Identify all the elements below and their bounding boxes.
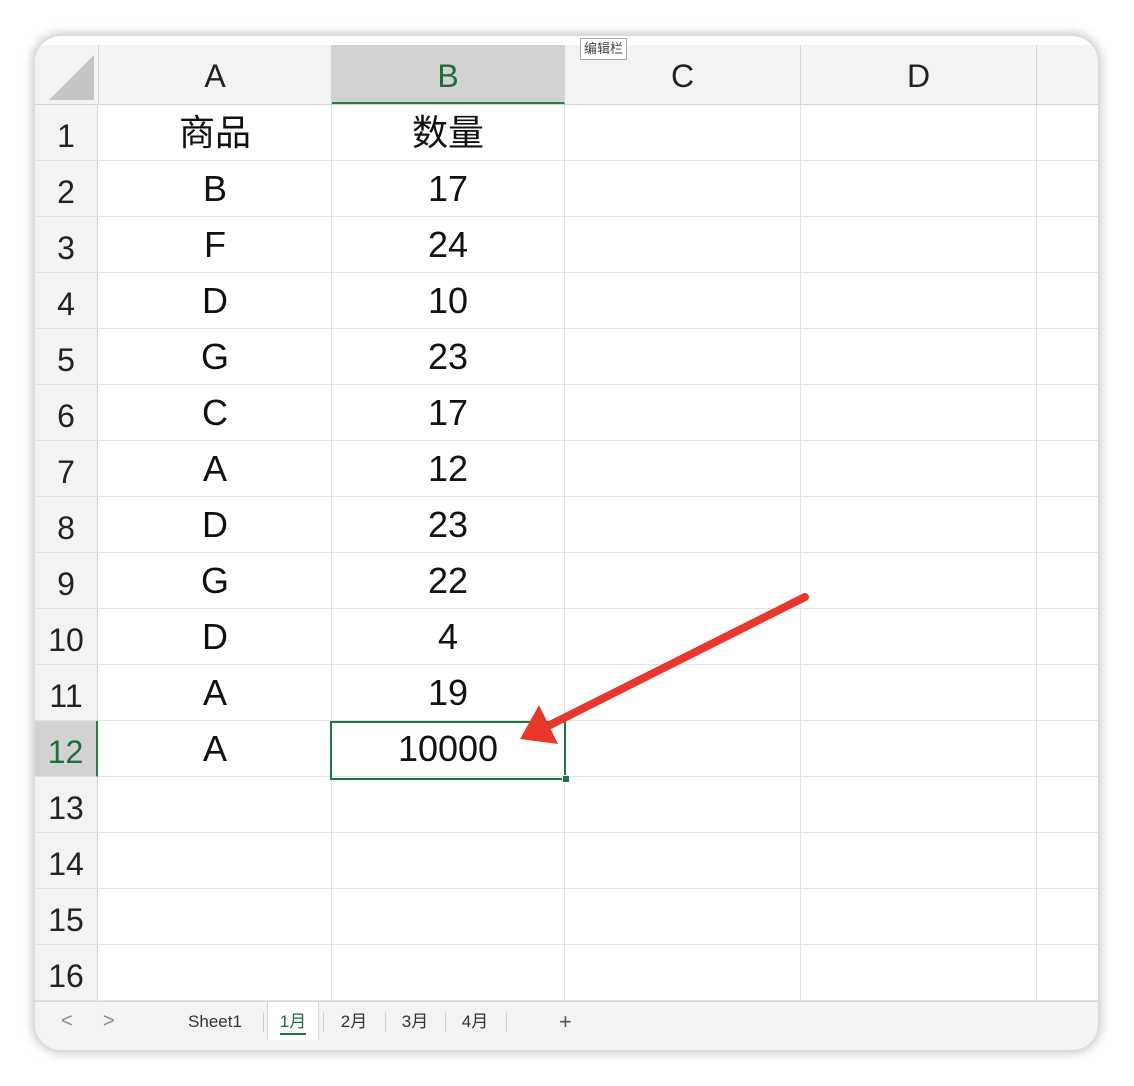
cell-b11[interactable]: 19 — [332, 665, 564, 721]
sheet-tab-jan[interactable]: 1月 — [267, 1002, 319, 1041]
formula-bar-tooltip: 编辑栏 — [580, 38, 628, 60]
column-divider — [800, 105, 801, 1001]
tab-separator — [506, 1012, 507, 1032]
column-header-a[interactable]: A — [99, 45, 332, 104]
cell-a12[interactable]: A — [99, 721, 331, 777]
row-header-12[interactable]: 12 — [35, 721, 98, 777]
row-header-6[interactable]: 6 — [35, 385, 98, 441]
sheet-tab-mar[interactable]: 3月 — [390, 1002, 440, 1041]
row-header-15[interactable]: 15 — [35, 889, 98, 945]
row-header-1[interactable]: 1 — [35, 105, 98, 161]
cell-b7[interactable]: 12 — [332, 441, 564, 497]
fill-handle[interactable] — [562, 775, 570, 783]
row-header-2[interactable]: 2 — [35, 161, 98, 217]
row-divider — [99, 888, 1098, 889]
row-header-8[interactable]: 8 — [35, 497, 98, 553]
cell-a7[interactable]: A — [99, 441, 331, 497]
sheet-tab-bar: < > Sheet1 1月 2月 3月 4月 + — [35, 1001, 1098, 1041]
sheet-tab-label: 1月 — [279, 1012, 307, 1031]
row-header-14[interactable]: 14 — [35, 833, 98, 889]
cell-b8[interactable]: 23 — [332, 497, 564, 553]
row-header-7[interactable]: 7 — [35, 441, 98, 497]
sheet-tab-apr[interactable]: 4月 — [450, 1002, 500, 1041]
cell-b5[interactable]: 23 — [332, 329, 564, 385]
tab-separator — [263, 1012, 264, 1032]
select-all-triangle-icon — [49, 55, 94, 100]
sheet-prev-button[interactable]: < — [61, 1002, 73, 1041]
column-header-bar: A B C D — [35, 45, 1098, 105]
row-header-9[interactable]: 9 — [35, 553, 98, 609]
select-all-button[interactable] — [35, 45, 99, 104]
cell-a6[interactable]: C — [99, 385, 331, 441]
column-header-d[interactable]: D — [801, 45, 1037, 104]
cell-a1[interactable]: 商品 — [99, 105, 331, 161]
cell-b3[interactable]: 24 — [332, 217, 564, 273]
cell-b1[interactable]: 数量 — [332, 105, 564, 161]
row-divider — [99, 944, 1098, 945]
cell-b2[interactable]: 17 — [332, 161, 564, 217]
row-header-3[interactable]: 3 — [35, 217, 98, 273]
cell-a10[interactable]: D — [99, 609, 331, 665]
row-divider — [99, 832, 1098, 833]
tab-separator — [385, 1012, 386, 1032]
status-bar — [35, 1040, 1098, 1050]
sheet-next-button[interactable]: > — [103, 1002, 115, 1041]
column-divider — [564, 105, 565, 1001]
row-header-13[interactable]: 13 — [35, 777, 98, 833]
add-sheet-button[interactable]: + — [559, 1002, 572, 1041]
row-header-10[interactable]: 10 — [35, 609, 98, 665]
column-header-b[interactable]: B — [332, 45, 565, 104]
cell-grid[interactable]: 商品 数量 B 17 F 24 D 10 G 23 C 17 A 12 D 23 G 22 D 4 A 19 A 10000 — [99, 105, 1098, 1001]
row-header-11[interactable]: 11 — [35, 665, 98, 721]
sheet-tab-feb[interactable]: 2月 — [329, 1002, 379, 1041]
column-divider — [1036, 105, 1037, 1001]
cell-a2[interactable]: B — [99, 161, 331, 217]
cell-b4[interactable]: 10 — [332, 273, 564, 329]
cell-b10[interactable]: 4 — [332, 609, 564, 665]
cell-a5[interactable]: G — [99, 329, 331, 385]
cell-a9[interactable]: G — [99, 553, 331, 609]
cell-a4[interactable]: D — [99, 273, 331, 329]
row-header-16[interactable]: 16 — [35, 945, 98, 1001]
cell-b6[interactable]: 17 — [332, 385, 564, 441]
tab-separator — [445, 1012, 446, 1032]
cell-a8[interactable]: D — [99, 497, 331, 553]
row-header-4[interactable]: 4 — [35, 273, 98, 329]
cell-a3[interactable]: F — [99, 217, 331, 273]
cell-b9[interactable]: 22 — [332, 553, 564, 609]
cell-a11[interactable]: A — [99, 665, 331, 721]
active-cell-border[interactable] — [330, 721, 566, 780]
spreadsheet-window: 编辑栏 A B C D 1 2 3 4 5 6 7 8 9 10 11 12 13 14 15 16 商品 数量… — [35, 36, 1098, 1050]
active-tab-underline — [280, 1033, 306, 1035]
row-header-5[interactable]: 5 — [35, 329, 98, 385]
tab-separator — [323, 1012, 324, 1032]
sheet-tab-sheet1[interactable]: Sheet1 — [175, 1002, 255, 1041]
